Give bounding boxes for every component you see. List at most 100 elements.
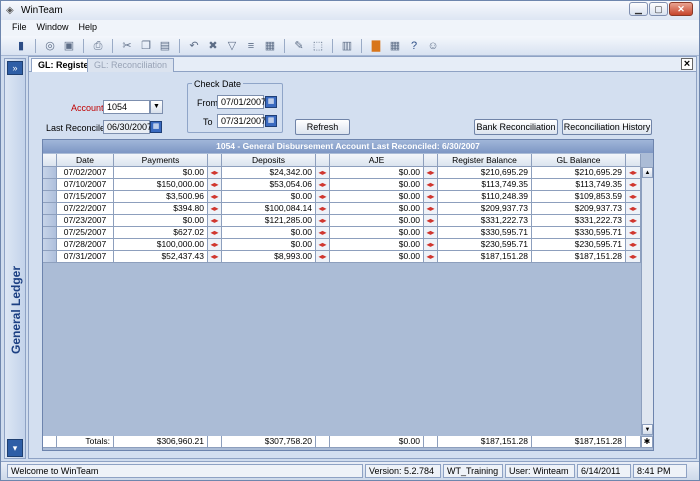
cell-gl-balance[interactable]: $209,937.73 (532, 203, 626, 215)
delete-icon[interactable]: ✖ (205, 38, 221, 54)
minimize-button[interactable]: ▁ (629, 2, 648, 16)
cell-date[interactable]: 07/10/2007 (57, 179, 114, 191)
from-date-field[interactable]: 07/01/2007 (217, 95, 266, 109)
collapse-panel-button[interactable]: ▾ (7, 439, 23, 457)
cell-gl-balance[interactable]: $187,151.28 (532, 251, 626, 263)
table-row[interactable]: 07/02/2007 $0.00 ◂▸ $24,342.00 ◂▸ $0.00 ◂▸ $210… (43, 167, 641, 179)
row-selector[interactable] (43, 191, 57, 203)
account-dropdown-button[interactable]: ▼ (150, 100, 163, 114)
payments-drilldown-icon[interactable]: ◂▸ (208, 203, 222, 215)
reconciliation-history-button[interactable]: Reconciliation History (562, 119, 652, 135)
aje-drilldown-icon[interactable]: ◂▸ (424, 251, 438, 263)
exit-icon[interactable]: ▮ (13, 38, 29, 54)
cell-date[interactable]: 07/31/2007 (57, 251, 114, 263)
cell-deposits[interactable]: $121,285.00 (222, 215, 316, 227)
cell-date[interactable]: 07/22/2007 (57, 203, 114, 215)
cell-gl-balance[interactable]: $331,222.73 (532, 215, 626, 227)
cell-aje[interactable]: $0.00 (330, 251, 424, 263)
cell-aje[interactable]: $0.00 (330, 227, 424, 239)
cell-gl-balance[interactable]: $109,853.59 (532, 191, 626, 203)
payments-drilldown-icon[interactable]: ◂▸ (208, 251, 222, 263)
cell-payments[interactable]: $150,000.00 (114, 179, 208, 191)
column-header-date[interactable]: Date (57, 154, 114, 167)
report-icon[interactable]: ▇ (368, 38, 384, 54)
scroll-up-arrow-icon[interactable]: ▲ (642, 167, 653, 178)
tab-gl-reconciliation[interactable]: GL: Reconciliation (87, 58, 175, 72)
cell-aje[interactable]: $0.00 (330, 203, 424, 215)
row-selector[interactable] (43, 215, 57, 227)
table-row[interactable]: 07/23/2007 $0.00 ◂▸ $121,285.00 ◂▸ $0.00 ◂▸ $33… (43, 215, 641, 227)
select-icon[interactable]: ⬚ (310, 38, 326, 54)
cell-date[interactable]: 07/02/2007 (57, 167, 114, 179)
cell-deposits[interactable]: $24,342.00 (222, 167, 316, 179)
table-row[interactable]: 07/10/2007 $150,000.00 ◂▸ $53,054.06 ◂▸ $0.00… (43, 179, 641, 191)
cell-date[interactable]: 07/23/2007 (57, 215, 114, 227)
cell-payments[interactable]: $0.00 (114, 215, 208, 227)
cell-payments[interactable]: $627.02 (114, 227, 208, 239)
cell-payments[interactable]: $100,000.00 (114, 239, 208, 251)
sort-icon[interactable]: ≡ (243, 38, 259, 54)
cell-payments[interactable]: $52,437.43 (114, 251, 208, 263)
column-header-aje[interactable]: AJE (330, 154, 424, 167)
help-icon[interactable]: ? (406, 38, 422, 54)
cell-aje[interactable]: $0.00 (330, 179, 424, 191)
cell-register-balance[interactable]: $230,595.71 (438, 239, 532, 251)
row-selector[interactable] (43, 227, 57, 239)
gl-drilldown-icon[interactable]: ◂▸ (626, 227, 641, 239)
payments-drilldown-icon[interactable]: ◂▸ (208, 167, 222, 179)
gl-drilldown-icon[interactable]: ◂▸ (626, 167, 641, 179)
account-field[interactable]: 1054 (103, 100, 150, 114)
cell-aje[interactable]: $0.00 (330, 191, 424, 203)
cell-register-balance[interactable]: $113,749.35 (438, 179, 532, 191)
deposits-drilldown-icon[interactable]: ◂▸ (316, 251, 330, 263)
deposits-drilldown-icon[interactable]: ◂▸ (316, 239, 330, 251)
deposits-drilldown-icon[interactable]: ◂▸ (316, 179, 330, 191)
deposits-drilldown-icon[interactable]: ◂▸ (316, 227, 330, 239)
aje-drilldown-icon[interactable]: ◂▸ (424, 227, 438, 239)
gl-drilldown-icon[interactable]: ◂▸ (626, 191, 641, 203)
aje-drilldown-icon[interactable]: ◂▸ (424, 215, 438, 227)
deposits-drilldown-icon[interactable]: ◂▸ (316, 215, 330, 227)
menu-window[interactable]: Window (32, 20, 74, 36)
aje-drilldown-icon[interactable]: ◂▸ (424, 239, 438, 251)
row-selector[interactable] (43, 179, 57, 191)
cell-deposits[interactable]: $0.00 (222, 239, 316, 251)
deposits-drilldown-icon[interactable]: ◂▸ (316, 191, 330, 203)
deposits-drilldown-icon[interactable]: ◂▸ (316, 203, 330, 215)
cell-deposits[interactable]: $8,993.00 (222, 251, 316, 263)
grid-icon[interactable]: ▦ (262, 38, 278, 54)
document-icon[interactable]: ▥ (339, 38, 355, 54)
table-row[interactable]: 07/25/2007 $627.02 ◂▸ $0.00 ◂▸ $0.00 ◂▸ $330,59… (43, 227, 641, 239)
expand-panel-button[interactable]: » (7, 61, 23, 75)
table-row[interactable]: 07/15/2007 $3,500.96 ◂▸ $0.00 ◂▸ $0.00 ◂▸ $110,… (43, 191, 641, 203)
refresh-button[interactable]: Refresh (295, 119, 350, 135)
payments-drilldown-icon[interactable]: ◂▸ (208, 215, 222, 227)
close-tab-icon[interactable]: × (681, 58, 693, 70)
column-header-deposits[interactable]: Deposits (222, 154, 316, 167)
cell-register-balance[interactable]: $331,222.73 (438, 215, 532, 227)
cell-register-balance[interactable]: $210,695.29 (438, 167, 532, 179)
new-icon[interactable]: ◎ (42, 38, 58, 54)
cell-aje[interactable]: $0.00 (330, 167, 424, 179)
undo-icon[interactable]: ↶ (186, 38, 202, 54)
cell-aje[interactable]: $0.00 (330, 239, 424, 251)
column-header-register-balance[interactable]: Register Balance (438, 154, 532, 167)
gl-drilldown-icon[interactable]: ◂▸ (626, 215, 641, 227)
cell-register-balance[interactable]: $330,595.71 (438, 227, 532, 239)
cell-payments[interactable]: $394.80 (114, 203, 208, 215)
row-selector[interactable] (43, 251, 57, 263)
deposits-drilldown-icon[interactable]: ◂▸ (316, 167, 330, 179)
cell-gl-balance[interactable]: $113,749.35 (532, 179, 626, 191)
aje-drilldown-icon[interactable]: ◂▸ (424, 191, 438, 203)
cell-gl-balance[interactable]: $330,595.71 (532, 227, 626, 239)
print-icon[interactable]: ⎙ (90, 38, 106, 54)
cell-gl-balance[interactable]: $210,695.29 (532, 167, 626, 179)
scroll-down-arrow-icon[interactable]: ▼ (642, 424, 653, 435)
cut-icon[interactable]: ✂ (119, 38, 135, 54)
menu-help[interactable]: Help (74, 20, 103, 36)
gl-drilldown-icon[interactable]: ◂▸ (626, 203, 641, 215)
from-calendar-icon[interactable]: ▦ (265, 96, 277, 108)
gl-drilldown-icon[interactable]: ◂▸ (626, 239, 641, 251)
gl-drilldown-icon[interactable]: ◂▸ (626, 251, 641, 263)
cell-payments[interactable]: $0.00 (114, 167, 208, 179)
